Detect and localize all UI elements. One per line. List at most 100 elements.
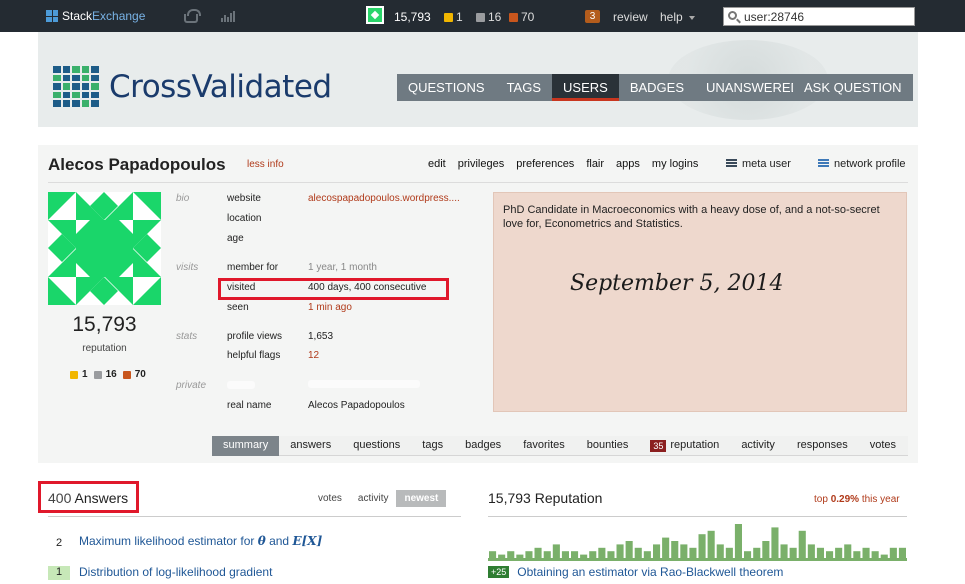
reputation-bar[interactable] [498, 554, 506, 558]
answer-title-link[interactable]: Distribution of log-likelihood gradient [79, 565, 272, 579]
preferences-link[interactable]: preferences [516, 158, 574, 170]
apps-link[interactable]: apps [616, 158, 640, 170]
tab-bounties[interactable]: bounties [576, 436, 640, 456]
ask-question-button[interactable]: ASK QUESTION [793, 74, 913, 101]
reputation-bar[interactable] [489, 551, 497, 558]
badge-counts[interactable]: 1 16 70 [70, 369, 146, 380]
sort-activity[interactable]: activity [350, 490, 397, 507]
topbar-silver-badges[interactable]: 16 [476, 10, 501, 24]
reputation-bar[interactable] [771, 527, 779, 558]
my-logins-link[interactable]: my logins [652, 158, 698, 170]
reputation-event-link[interactable]: Obtaining an estimator via Rao-Blackwell… [517, 565, 783, 579]
reputation-bar[interactable] [734, 524, 742, 558]
reputation-bar[interactable] [662, 537, 670, 558]
reputation-bar[interactable] [534, 547, 542, 558]
reputation-bar[interactable] [853, 551, 861, 558]
tab-badges[interactable]: badges [454, 436, 512, 456]
tab-summary[interactable]: summary [212, 436, 280, 456]
reputation-heading[interactable]: 15,793 Reputation [488, 490, 602, 506]
reputation-bar[interactable] [816, 547, 824, 558]
topbar-bronze-badges[interactable]: 70 [509, 10, 534, 24]
reputation-bar[interactable] [798, 530, 806, 558]
review-count-badge[interactable]: 3 [585, 10, 600, 23]
nav-users[interactable]: USERS [552, 74, 619, 101]
site-logo[interactable]: CrossValidated [53, 66, 332, 107]
sort-votes[interactable]: votes [310, 490, 350, 507]
reputation-bar[interactable] [898, 547, 906, 558]
reputation-bar[interactable] [525, 551, 533, 558]
nav-badges[interactable]: BADGES [619, 74, 695, 101]
reputation-bar[interactable] [643, 551, 651, 558]
reputation-bar[interactable] [698, 534, 706, 558]
reputation-bar[interactable] [753, 547, 761, 558]
less-info-link[interactable]: less info [247, 159, 284, 170]
search-input[interactable] [723, 7, 915, 26]
reputation-bar[interactable] [571, 551, 579, 558]
tab-tags[interactable]: tags [411, 436, 454, 456]
answer-title-link[interactable]: Maximum likelihood estimator for θ and E… [79, 534, 322, 548]
achievements-icon[interactable] [221, 10, 235, 22]
reputation-bar[interactable] [880, 554, 888, 558]
topbar-reputation[interactable]: 15,793 [394, 10, 431, 24]
answers-heading[interactable]: 400 Answers [48, 490, 128, 506]
network-profile-link[interactable]: network profile [818, 158, 906, 170]
reputation-bar-chart[interactable] [488, 521, 907, 561]
nav-questions[interactable]: QUESTIONS [397, 74, 496, 101]
reputation-bar[interactable] [889, 547, 897, 558]
tab-responses[interactable]: responses [786, 436, 859, 456]
sort-newest[interactable]: newest [396, 490, 447, 507]
reputation-bar[interactable] [862, 547, 870, 558]
help-link[interactable]: help [660, 10, 683, 24]
tab-votes[interactable]: votes [859, 436, 907, 456]
reputation-bar[interactable] [516, 554, 524, 558]
reputation-bar[interactable] [598, 547, 606, 558]
reputation-bar[interactable] [552, 544, 560, 558]
reputation-bar[interactable] [707, 530, 715, 558]
reputation-bar[interactable] [744, 551, 752, 558]
nav-tags[interactable]: TAGS [496, 74, 552, 101]
website-link[interactable]: alecospapadopoulos.wordpress.... [308, 193, 460, 204]
reputation-bar[interactable] [561, 551, 569, 558]
reputation-bar[interactable] [671, 541, 679, 558]
topbar-gold-badges[interactable]: 1 [444, 10, 463, 24]
flair-link[interactable]: flair [586, 158, 604, 170]
reputation-bar[interactable] [689, 547, 697, 558]
reputation-bar[interactable] [871, 551, 879, 558]
reputation-bar[interactable] [634, 547, 642, 558]
user-avatar[interactable] [48, 192, 161, 305]
reputation-bar[interactable] [607, 551, 615, 558]
edit-link[interactable]: edit [428, 158, 446, 170]
tab-questions[interactable]: questions [342, 436, 411, 456]
reputation-bar[interactable] [580, 554, 588, 558]
reputation-bar[interactable] [543, 551, 551, 558]
inbox-icon[interactable] [184, 9, 201, 23]
reputation-bar[interactable] [680, 544, 688, 558]
answers-count: 400 [48, 490, 72, 506]
reputation-bar[interactable] [616, 544, 624, 558]
help-chevron-down-icon[interactable] [689, 16, 695, 20]
tab-reputation[interactable]: 35 reputation [639, 436, 730, 456]
helpful-flags-value[interactable]: 12 [308, 350, 319, 361]
reputation-score[interactable]: 15,793 [48, 313, 161, 337]
reputation-bar[interactable] [807, 544, 815, 558]
user-avatar-small[interactable] [366, 6, 384, 24]
privileges-link[interactable]: privileges [458, 158, 504, 170]
reputation-bar[interactable] [625, 541, 633, 558]
stackexchange-logo[interactable]: StackExchange [46, 9, 145, 23]
reputation-bar[interactable] [844, 544, 852, 558]
reputation-bar[interactable] [589, 551, 597, 558]
reputation-bar[interactable] [826, 551, 834, 558]
reputation-bar[interactable] [789, 547, 797, 558]
tab-activity[interactable]: activity [730, 436, 786, 456]
reputation-bar[interactable] [653, 544, 661, 558]
tab-favorites[interactable]: favorites [512, 436, 576, 456]
reputation-bar[interactable] [835, 547, 843, 558]
reputation-bar[interactable] [716, 544, 724, 558]
review-link[interactable]: review [613, 10, 648, 24]
reputation-bar[interactable] [507, 551, 515, 558]
reputation-bar[interactable] [780, 544, 788, 558]
meta-user-link[interactable]: meta user [726, 158, 791, 170]
reputation-bar[interactable] [762, 541, 770, 558]
tab-answers[interactable]: answers [279, 436, 342, 456]
reputation-bar[interactable] [725, 547, 733, 558]
